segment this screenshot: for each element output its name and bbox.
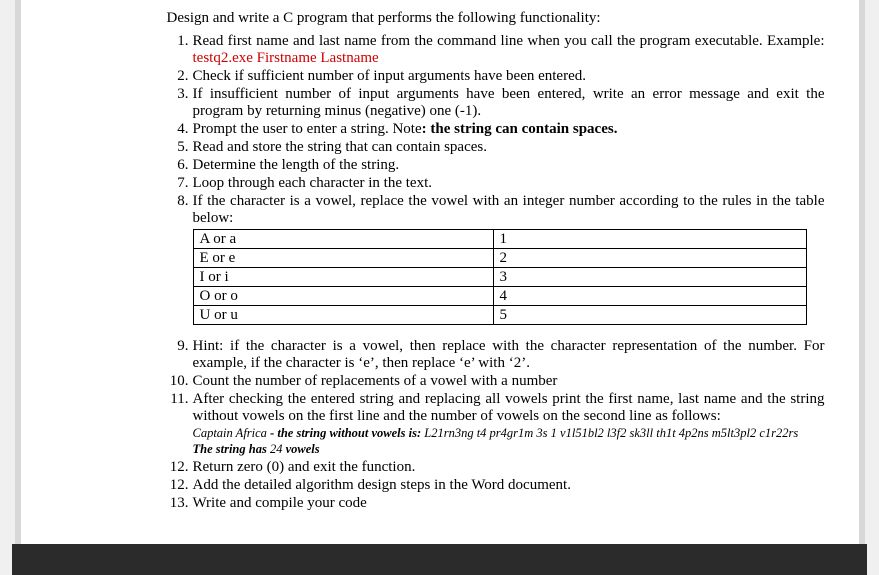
example-command: testq2.exe Firstname Lastname xyxy=(193,50,379,66)
list-item-6: Determine the length of the string. xyxy=(167,157,825,174)
table-row: A or a 1 xyxy=(193,230,806,249)
item-text: After checking the entered string and re… xyxy=(193,391,825,424)
output-label: - the string without vowels is: xyxy=(270,426,421,440)
list-item-7: Loop through each character in the text. xyxy=(167,175,825,192)
list-item-2: Check if sufficient number of input argu… xyxy=(167,68,825,85)
table-cell: O or o xyxy=(193,287,493,306)
vowel-table: A or a 1 E or e 2 I or i 3 O or o 4 xyxy=(193,229,807,325)
output-suffix: vowels xyxy=(282,442,319,456)
output-line-1: Captain Africa - the string without vowe… xyxy=(193,425,825,441)
page-edge-left xyxy=(15,0,21,544)
table-row: O or o 4 xyxy=(193,287,806,306)
output-line-2: The string has 24 vowels xyxy=(193,441,825,457)
list-item-4: Prompt the user to enter a string. Note:… xyxy=(167,121,825,138)
bottom-toolbar xyxy=(12,544,867,575)
list-item-12b: Add the detailed algorithm design steps … xyxy=(167,477,825,494)
list-item-10: Count the number of replacements of a vo… xyxy=(167,373,825,390)
list-item-9: Hint: if the character is a vowel, then … xyxy=(167,338,825,372)
table-row: U or u 5 xyxy=(193,306,806,325)
table-cell: 2 xyxy=(493,249,806,268)
list-item-5: Read and store the string that can conta… xyxy=(167,139,825,156)
item-text: If the character is a vowel, replace the… xyxy=(193,193,825,226)
table-cell: 3 xyxy=(493,268,806,287)
bold-note: : the string can contain spaces. xyxy=(422,121,618,137)
page: Design and write a C program that perfor… xyxy=(15,0,865,570)
table-cell: I or i xyxy=(193,268,493,287)
table-cell: 5 xyxy=(493,306,806,325)
table-cell: U or u xyxy=(193,306,493,325)
list-item-13: Write and compile your code xyxy=(167,495,825,512)
table-row: I or i 3 xyxy=(193,268,806,287)
output-count: 24 xyxy=(270,442,283,456)
output-string: L21rn3ng t4 pr4gr1m 3s 1 v1l51bl2 l3f2 s… xyxy=(421,426,798,440)
table-cell: 1 xyxy=(493,230,806,249)
output-name: Captain Africa xyxy=(193,426,271,440)
list-item-1: Read first name and last name from the c… xyxy=(167,33,825,67)
intro-text: Design and write a C program that perfor… xyxy=(167,10,825,27)
item-text: Read first name and last name from the c… xyxy=(193,33,825,49)
spacer xyxy=(193,327,825,337)
output-prefix: The string has xyxy=(193,442,270,456)
page-edge-right xyxy=(859,0,865,544)
table-cell: A or a xyxy=(193,230,493,249)
ordered-list: Read first name and last name from the c… xyxy=(167,33,825,512)
table-cell: 4 xyxy=(493,287,806,306)
list-item-12a: Return zero (0) and exit the function. xyxy=(167,459,825,476)
list-item-3: If insufficient number of input argument… xyxy=(167,86,825,120)
item-text: Prompt the user to enter a string. Note xyxy=(193,121,422,137)
list-item-8: If the character is a vowel, replace the… xyxy=(167,193,825,337)
content: Read first name and last name from the c… xyxy=(167,33,825,512)
list-item-11: After checking the entered string and re… xyxy=(167,391,825,458)
table-cell: E or e xyxy=(193,249,493,268)
table-row: E or e 2 xyxy=(193,249,806,268)
